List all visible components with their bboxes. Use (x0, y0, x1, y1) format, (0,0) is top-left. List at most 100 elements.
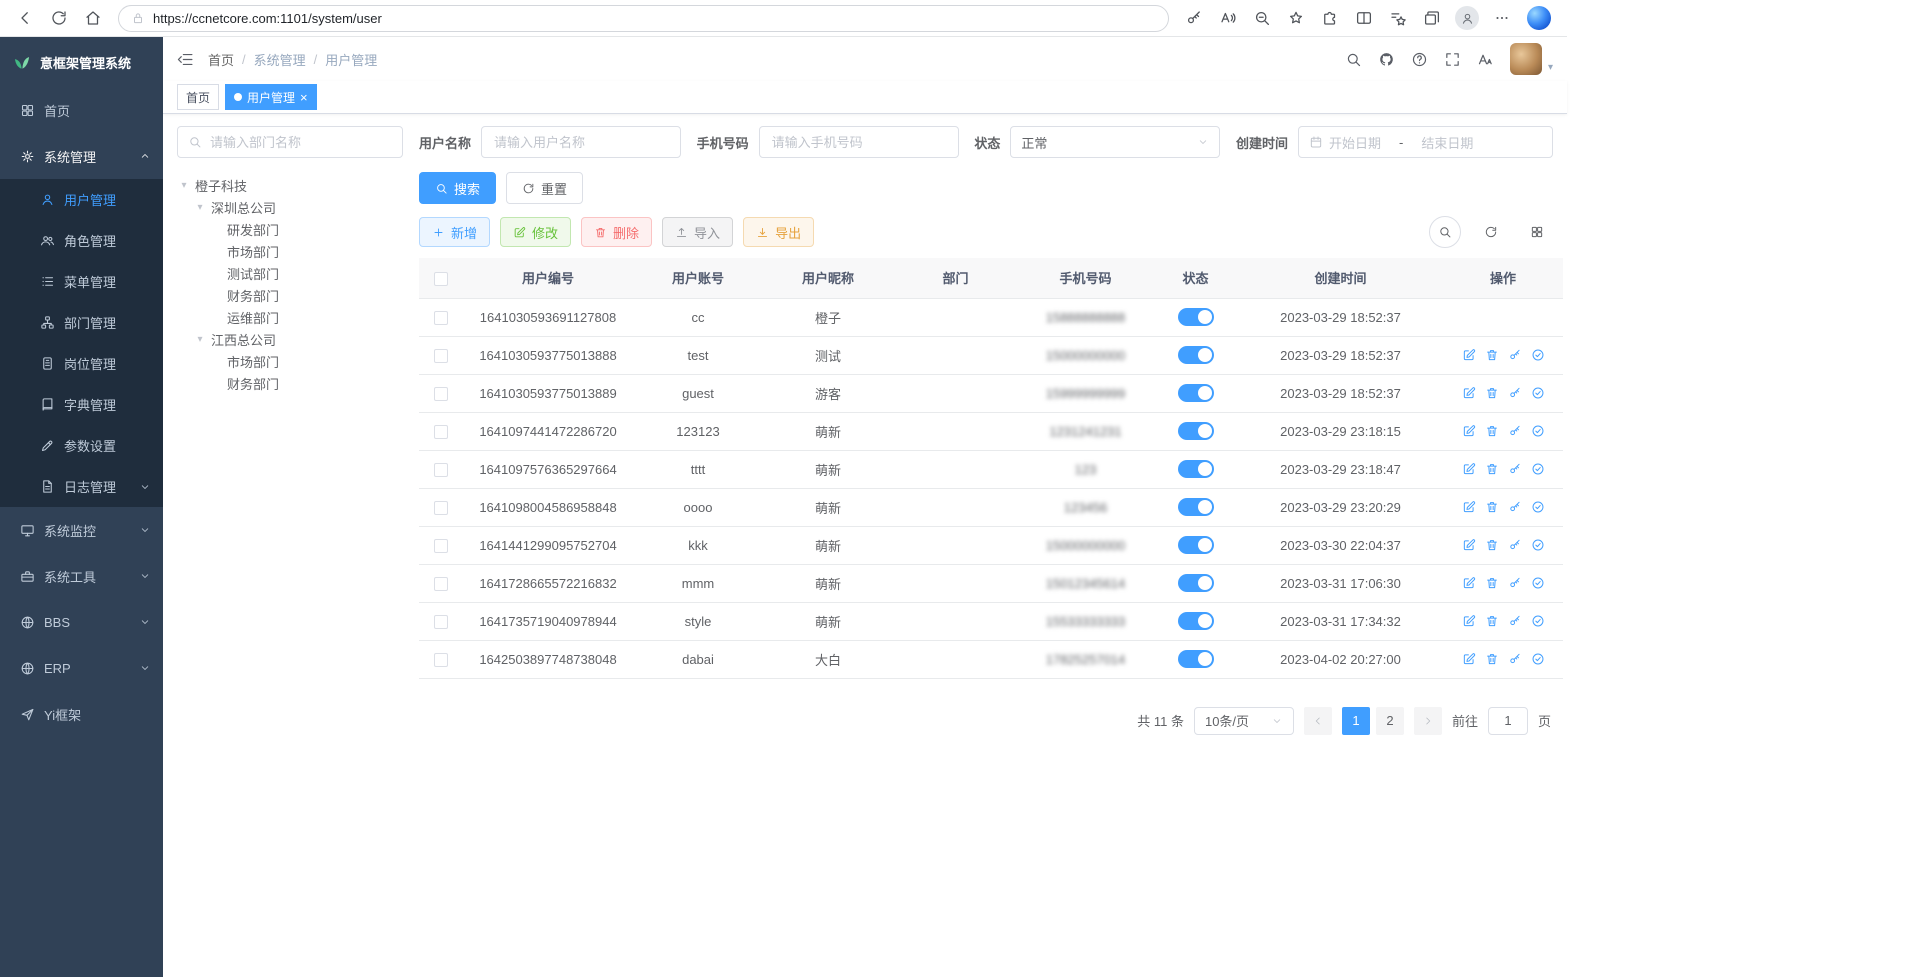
edit-icon[interactable] (1462, 462, 1476, 476)
row-checkbox[interactable] (434, 387, 448, 401)
sidebar-item-system[interactable]: 系统管理 (0, 133, 163, 179)
refresh-table-button[interactable] (1475, 216, 1507, 248)
assign-role-icon[interactable] (1531, 614, 1545, 628)
next-page-button[interactable] (1414, 707, 1442, 735)
sidebar-item-user[interactable]: 用户管理 (0, 179, 163, 220)
font-size-icon[interactable] (1477, 51, 1494, 68)
edit-icon[interactable] (1462, 652, 1476, 666)
phone-input[interactable] (770, 134, 948, 151)
tab-home[interactable]: 首页 (177, 84, 219, 110)
status-toggle[interactable] (1178, 384, 1214, 402)
extensions-icon[interactable] (1321, 9, 1339, 27)
delete-icon[interactable] (1485, 576, 1499, 590)
prev-page-button[interactable] (1304, 707, 1332, 735)
tree-expand-icon[interactable]: ▾ (177, 180, 191, 191)
close-icon[interactable]: × (300, 91, 308, 104)
row-checkbox[interactable] (434, 463, 448, 477)
assign-role-icon[interactable] (1531, 500, 1545, 514)
import-button[interactable]: 导入 (662, 217, 733, 247)
reset-password-icon[interactable] (1508, 614, 1522, 628)
tree-node[interactable]: 财务部门 (177, 284, 403, 306)
sidebar-item-bbs[interactable]: BBS (0, 599, 163, 645)
tree-node[interactable]: ▾橙子科技 (177, 174, 403, 196)
assign-role-icon[interactable] (1531, 424, 1545, 438)
user-avatar[interactable] (1510, 43, 1542, 75)
status-toggle[interactable] (1178, 612, 1214, 630)
tree-node[interactable]: 市场部门 (177, 350, 403, 372)
read-aloud-icon[interactable] (1219, 9, 1237, 27)
reset-password-icon[interactable] (1508, 462, 1522, 476)
copilot-icon[interactable] (1527, 6, 1551, 30)
browser-menu-icon[interactable] (1493, 9, 1511, 27)
tree-node[interactable]: 运维部门 (177, 306, 403, 328)
browser-refresh-button[interactable] (50, 9, 68, 27)
assign-role-icon[interactable] (1531, 462, 1545, 476)
reset-password-icon[interactable] (1508, 538, 1522, 552)
assign-role-icon[interactable] (1531, 576, 1545, 590)
reset-password-icon[interactable] (1508, 576, 1522, 590)
row-checkbox[interactable] (434, 501, 448, 515)
browser-home-button[interactable] (84, 9, 102, 27)
row-checkbox[interactable] (434, 577, 448, 591)
edit-icon[interactable] (1462, 386, 1476, 400)
sidebar-item-dict[interactable]: 字典管理 (0, 384, 163, 425)
assign-role-icon[interactable] (1531, 652, 1545, 666)
toggle-search-button[interactable] (1429, 216, 1461, 248)
row-checkbox[interactable] (434, 425, 448, 439)
zoom-icon[interactable] (1253, 9, 1271, 27)
sidebar-item-menu[interactable]: 菜单管理 (0, 261, 163, 302)
breadcrumb-item[interactable]: 系统管理 (254, 50, 306, 69)
modify-button[interactable]: 修改 (500, 217, 571, 247)
reset-password-icon[interactable] (1508, 500, 1522, 514)
status-toggle[interactable] (1178, 574, 1214, 592)
assign-role-icon[interactable] (1531, 348, 1545, 362)
page-2[interactable]: 2 (1376, 707, 1404, 735)
edit-icon[interactable] (1462, 538, 1476, 552)
browser-profile-avatar[interactable] (1455, 6, 1479, 30)
tree-node[interactable]: 研发部门 (177, 218, 403, 240)
status-toggle[interactable] (1178, 498, 1214, 516)
breadcrumb-item[interactable]: 用户管理 (325, 50, 377, 69)
browser-back-button[interactable] (16, 9, 34, 27)
status-toggle[interactable] (1178, 346, 1214, 364)
edit-icon[interactable] (1462, 576, 1476, 590)
tab-user-management[interactable]: 用户管理× (225, 84, 317, 110)
edit-icon[interactable] (1462, 500, 1476, 514)
sidebar-item-monitor[interactable]: 系统监控 (0, 507, 163, 553)
fullscreen-icon[interactable] (1444, 51, 1461, 68)
search-button[interactable]: 搜索 (419, 172, 496, 204)
row-checkbox[interactable] (434, 349, 448, 363)
tree-expand-icon[interactable]: ▾ (193, 202, 207, 213)
add-button[interactable]: 新增 (419, 217, 490, 247)
page-size-select[interactable]: 10条/页 (1194, 707, 1294, 735)
status-toggle[interactable] (1178, 650, 1214, 668)
split-screen-icon[interactable] (1355, 9, 1373, 27)
collections-icon[interactable] (1423, 9, 1441, 27)
column-settings-button[interactable] (1521, 216, 1553, 248)
row-checkbox[interactable] (434, 311, 448, 325)
page-1[interactable]: 1 (1342, 707, 1370, 735)
delete-icon[interactable] (1485, 500, 1499, 514)
tree-node[interactable]: 财务部门 (177, 372, 403, 394)
sidebar-toggle-icon[interactable] (177, 51, 194, 68)
tree-expand-icon[interactable]: ▾ (193, 334, 207, 345)
status-toggle[interactable] (1178, 460, 1214, 478)
sidebar-item-dept[interactable]: 部门管理 (0, 302, 163, 343)
username-input[interactable] (492, 134, 670, 151)
delete-icon[interactable] (1485, 652, 1499, 666)
edit-icon[interactable] (1462, 348, 1476, 362)
reset-password-icon[interactable] (1508, 652, 1522, 666)
header-search-icon[interactable] (1345, 51, 1362, 68)
edit-icon[interactable] (1462, 424, 1476, 438)
sidebar-item-home[interactable]: 首页 (0, 87, 163, 133)
delete-icon[interactable] (1485, 386, 1499, 400)
date-range-picker[interactable]: 开始日期 - 结束日期 (1298, 126, 1553, 158)
help-icon[interactable] (1411, 51, 1428, 68)
delete-icon[interactable] (1485, 538, 1499, 552)
tree-node[interactable]: ▾深圳总公司 (177, 196, 403, 218)
sidebar-item-config[interactable]: 参数设置 (0, 425, 163, 466)
export-button[interactable]: 导出 (743, 217, 814, 247)
department-search-input[interactable] (208, 134, 392, 151)
row-checkbox[interactable] (434, 539, 448, 553)
reset-password-icon[interactable] (1508, 348, 1522, 362)
